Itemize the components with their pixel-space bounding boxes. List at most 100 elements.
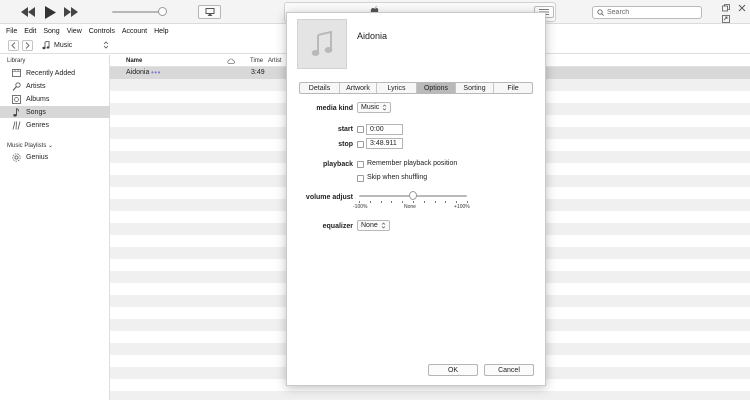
- cancel-button[interactable]: Cancel: [484, 364, 534, 376]
- album-icon: [12, 94, 21, 104]
- sidebar-item-genres[interactable]: Genres: [0, 119, 110, 131]
- column-header-artist[interactable]: Artist: [268, 58, 282, 64]
- column-header-name[interactable]: Name: [126, 58, 142, 64]
- rewind-icon: [21, 7, 35, 17]
- start-time-field[interactable]: 0:00: [366, 124, 403, 135]
- skip-shuffling-label: Skip when shuffling: [367, 174, 428, 181]
- volume-tick: [435, 201, 436, 203]
- menu-song[interactable]: Song: [43, 28, 59, 35]
- sidebar-item-label: Genres: [26, 121, 49, 129]
- chevron-left-icon: [11, 42, 16, 49]
- airplay-icon: [205, 8, 214, 16]
- remember-position-checkbox[interactable]: [357, 161, 364, 168]
- genius-icon: [12, 152, 21, 162]
- restore-window-button[interactable]: [721, 3, 730, 12]
- sidebar-item-artists[interactable]: Artists: [0, 80, 110, 92]
- skip-shuffling-checkbox[interactable]: [357, 175, 364, 182]
- restore-icon: [721, 3, 730, 11]
- more-options-icon[interactable]: •••: [151, 68, 161, 77]
- sidebar: Library Recently Added Artists Albums So…: [0, 55, 110, 400]
- volume-min-label: -100%: [353, 204, 368, 210]
- song-name-cell: Aidonia: [126, 69, 150, 76]
- rewind-button[interactable]: [20, 4, 36, 20]
- sidebar-item-label: Songs: [26, 108, 46, 116]
- mini-player-icon: [721, 14, 730, 23]
- airplay-button[interactable]: [198, 5, 221, 19]
- stop-time-field[interactable]: 3:48.911: [366, 138, 403, 149]
- fast-forward-button[interactable]: [63, 4, 79, 20]
- menu-controls[interactable]: Controls: [89, 28, 115, 35]
- volume-tick: [359, 201, 360, 203]
- media-kind-select[interactable]: Music: [357, 102, 391, 113]
- sidebar-item-label: Albums: [26, 95, 50, 103]
- chevron-right-icon: [25, 42, 30, 49]
- music-note-icon: [42, 41, 50, 50]
- stop-label: stop: [338, 141, 353, 148]
- equalizer-select[interactable]: None: [357, 220, 390, 231]
- sidebar-item-recently-added[interactable]: Recently Added: [0, 67, 110, 79]
- tab-options[interactable]: Options: [417, 83, 456, 93]
- stop-checkbox[interactable]: [357, 141, 364, 148]
- close-icon: [738, 4, 745, 11]
- menu-view[interactable]: View: [67, 28, 82, 35]
- search-input[interactable]: [607, 9, 695, 16]
- forward-button[interactable]: [22, 40, 33, 51]
- equalizer-value: None: [361, 222, 378, 229]
- sidebar-item-genius[interactable]: Genius: [0, 151, 110, 163]
- volume-tick: [370, 201, 371, 203]
- note-icon: [13, 107, 19, 117]
- sidebar-item-songs[interactable]: Songs: [0, 106, 110, 118]
- media-type-select[interactable]: Music: [42, 40, 109, 51]
- column-header-time[interactable]: Time: [250, 58, 263, 64]
- tab-lyrics[interactable]: Lyrics: [377, 83, 417, 93]
- tab-file[interactable]: File: [494, 83, 532, 93]
- volume-knob[interactable]: [158, 7, 167, 16]
- mini-player-button[interactable]: [721, 14, 730, 23]
- tab-artwork[interactable]: Artwork: [340, 83, 377, 93]
- start-checkbox[interactable]: [357, 126, 364, 133]
- volume-tick: [467, 201, 468, 203]
- search-field[interactable]: [592, 6, 702, 19]
- sidebar-item-label: Artists: [26, 82, 46, 90]
- play-icon: [44, 5, 56, 19]
- song-info-dialog: Aidonia Details Artwork Lyrics Options S…: [286, 12, 546, 386]
- back-button[interactable]: [8, 40, 19, 51]
- media-type-label: Music: [54, 42, 73, 49]
- search-icon: [597, 9, 604, 16]
- volume-tick: [445, 201, 446, 203]
- menu-file[interactable]: File: [6, 28, 17, 35]
- media-kind-value: Music: [361, 104, 380, 111]
- tab-sorting[interactable]: Sorting: [456, 83, 494, 93]
- table-row: [110, 391, 750, 400]
- tab-details[interactable]: Details: [300, 83, 340, 93]
- menu-help[interactable]: Help: [154, 28, 168, 35]
- album-artwork: [297, 19, 347, 69]
- chevron-updown-icon: [382, 104, 387, 111]
- volume-tick: [381, 201, 382, 203]
- playback-label: playback: [323, 161, 353, 168]
- sidebar-item-label: Genius: [26, 153, 49, 161]
- microphone-icon: [12, 81, 21, 91]
- equalizer-label: equalizer: [322, 223, 353, 230]
- music-playlists-heading[interactable]: Music Playlists ⌄: [7, 142, 53, 149]
- chevron-updown-icon: [103, 41, 109, 49]
- recently-added-icon: [12, 69, 21, 77]
- volume-max-label: +100%: [454, 204, 470, 210]
- song-time-cell: 3:49: [251, 69, 265, 76]
- sidebar-item-albums[interactable]: Albums: [0, 93, 110, 105]
- volume-slider[interactable]: [112, 11, 164, 13]
- volume-adjust-label: volume adjust: [305, 194, 353, 201]
- dialog-tab-bar: Details Artwork Lyrics Options Sorting F…: [299, 82, 533, 94]
- dialog-song-title: Aidonia: [357, 31, 388, 41]
- cloud-icon[interactable]: [227, 58, 235, 64]
- volume-tick: [413, 201, 414, 203]
- close-window-button[interactable]: [737, 3, 746, 12]
- menu-edit[interactable]: Edit: [24, 28, 36, 35]
- start-label: start: [337, 126, 353, 133]
- remember-position-label: Remember playback position: [367, 160, 458, 167]
- menu-account[interactable]: Account: [122, 28, 147, 35]
- play-button[interactable]: [42, 4, 58, 20]
- volume-tick: [456, 201, 457, 203]
- ok-button[interactable]: OK: [428, 364, 478, 376]
- volume-adjust-knob[interactable]: [409, 191, 417, 200]
